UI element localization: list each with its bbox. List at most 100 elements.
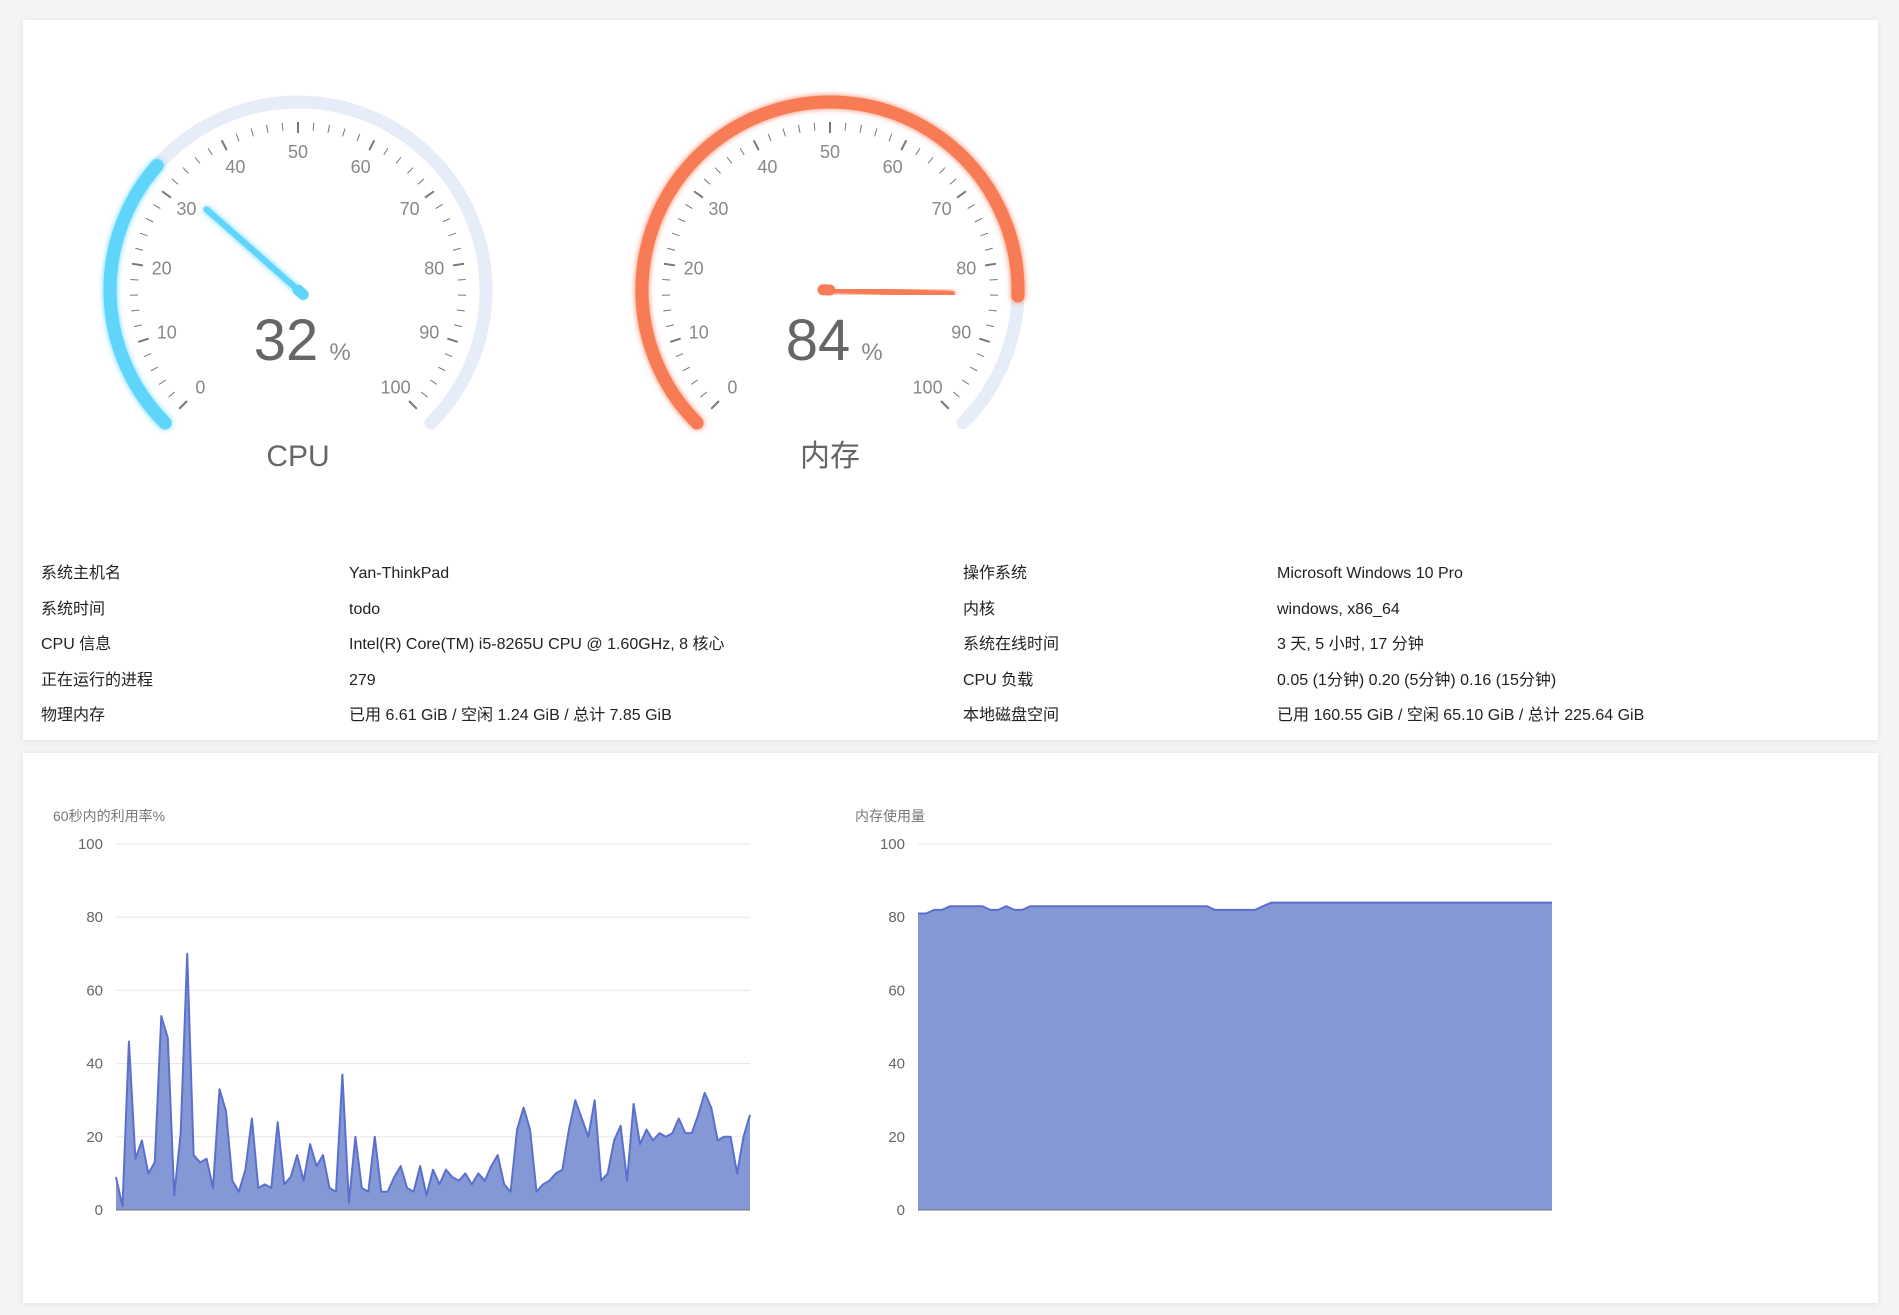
- chart-title: 内存使用量: [855, 808, 925, 824]
- info-row: CPU 信息 Intel(R) Core(TM) i5-8265U CPU @ …: [41, 627, 1861, 663]
- gauge-tick-label: 60: [883, 157, 903, 177]
- gauge-minor-tick: [662, 278, 671, 281]
- gauge-minor-tick: [407, 167, 414, 174]
- info-value: Microsoft Windows 10 Pro: [1277, 565, 1463, 582]
- gauge-minor-tick: [131, 309, 140, 312]
- gauge-major-tick: [669, 337, 681, 343]
- y-tick-label: 80: [86, 909, 103, 926]
- gauge-tick-label: 0: [195, 378, 205, 398]
- y-tick-label: 0: [897, 1202, 905, 1219]
- gauge-minor-tick: [667, 247, 676, 251]
- gauge-minor-tick: [685, 204, 693, 209]
- gauge-minor-tick: [420, 391, 428, 398]
- info-value: 0.05 (1分钟) 0.20 (5分钟) 0.16 (15分钟): [1277, 671, 1557, 689]
- gauge-minor-tick: [949, 178, 957, 185]
- gauge-major-tick: [452, 262, 465, 267]
- y-tick-label: 80: [888, 909, 905, 926]
- info-value: 已用 6.61 GiB / 空闲 1.24 GiB / 总计 7.85 GiB: [349, 707, 672, 725]
- info-label: 内核: [963, 600, 996, 618]
- gauge-needle: [827, 287, 955, 297]
- gauge-tick-label: 10: [157, 323, 177, 343]
- gauge-minor-tick: [726, 156, 733, 164]
- y-tick-label: 20: [86, 1129, 103, 1146]
- gauge-minor-tick: [988, 309, 997, 312]
- gauge-minor-tick: [207, 147, 213, 156]
- gauge-tick-label: 30: [176, 199, 196, 219]
- gauge-value: 84: [786, 308, 851, 373]
- gauge-minor-tick: [266, 124, 269, 133]
- gauge-minor-tick: [430, 379, 438, 385]
- gauge-minor-tick: [444, 353, 453, 358]
- info-label: 物理内存: [41, 707, 106, 725]
- gauge-minor-tick: [153, 204, 161, 209]
- gauge-minor-tick: [859, 124, 862, 133]
- info-value: Intel(R) Core(TM) i5-8265U CPU @ 1.60GHz…: [349, 636, 725, 654]
- info-row: 正在运行的进程 279 CPU 负载 0.05 (1分钟) 0.20 (5分钟)…: [41, 663, 1861, 699]
- gauge-major-tick: [178, 400, 188, 410]
- y-tick-label: 60: [888, 982, 905, 999]
- info-label: 系统在线时间: [963, 636, 1060, 654]
- gauge-minor-tick: [915, 147, 921, 156]
- gauge-minor-tick: [435, 204, 443, 209]
- gauge-minor-tick: [798, 124, 801, 133]
- gauge-minor-tick: [235, 133, 240, 142]
- info-label: 正在运行的进程: [41, 671, 154, 689]
- gauge-minor-tick: [663, 309, 672, 312]
- gauge-tick-label: 60: [351, 157, 371, 177]
- gauge-tick-label: 40: [757, 157, 777, 177]
- gauge-minor-tick: [250, 128, 254, 137]
- gauge-major-tick: [408, 400, 418, 410]
- info-row: 系统主机名 Yan-ThinkPad 操作系统 Microsoft Window…: [41, 556, 1861, 592]
- gauge-minor-tick: [939, 167, 946, 174]
- gauge-major-tick: [979, 337, 991, 343]
- gauge-minor-tick: [452, 247, 461, 251]
- gauge-major-tick: [900, 139, 908, 151]
- gauge-minor-tick: [844, 122, 847, 131]
- y-tick-label: 100: [78, 836, 103, 853]
- memory-usage-chart: 内存使用量 0 20 40 60 80 100: [855, 808, 1552, 1219]
- gauge-major-tick: [424, 190, 435, 199]
- gauge-major-tick: [447, 337, 459, 343]
- gauge-minor-tick: [448, 232, 457, 237]
- gauge-unit: %: [861, 339, 882, 366]
- gauge-tick-label: 90: [419, 323, 439, 343]
- gauge-minor-tick: [356, 133, 361, 142]
- gauge-minor-tick: [383, 147, 389, 156]
- gauge-major-tick: [693, 190, 704, 199]
- gauge-minor-tick: [327, 124, 330, 133]
- gauge-major-tick: [956, 190, 967, 199]
- gauge-minor-tick: [168, 391, 176, 398]
- gauge-tick-label: 100: [913, 378, 943, 398]
- info-label: 系统主机名: [41, 565, 122, 582]
- gauge-minor-tick: [989, 278, 998, 281]
- gauge-progress-arc: [103, 159, 172, 430]
- gauge-minor-tick: [739, 147, 745, 156]
- gauge-minor-tick: [714, 167, 721, 174]
- gauge-minor-tick: [457, 278, 466, 281]
- gauge-major-tick: [940, 400, 950, 410]
- gauge-unit: %: [329, 339, 350, 366]
- gauge-label: CPU: [266, 440, 329, 473]
- gauge-minor-tick: [700, 391, 708, 398]
- y-tick-label: 0: [95, 1202, 103, 1219]
- info-label: 本地磁盘空间: [963, 707, 1060, 725]
- y-tick-label: 20: [888, 1129, 905, 1146]
- gauge-minor-tick: [969, 366, 978, 372]
- gauge-minor-tick: [143, 353, 152, 358]
- gauge-tick-label: 20: [684, 258, 704, 278]
- gauge-minor-tick: [437, 366, 446, 372]
- gauge-minor-tick: [703, 178, 711, 185]
- gauge-needle: [203, 206, 301, 293]
- system-overview-card: 0 10 20 30 40 50 60 70 80 90 100 32% CPU 0 10 20 30 40 50…: [23, 20, 1878, 740]
- gauge-minor-tick: [974, 218, 983, 223]
- info-value: 已用 160.55 GiB / 空闲 65.10 GiB / 总计 225.64…: [1277, 707, 1645, 725]
- gauge-label: 内存: [800, 440, 860, 473]
- gauge-major-tick: [161, 190, 172, 199]
- gauge-minor-tick: [927, 156, 934, 164]
- gauge-minor-tick: [281, 122, 284, 131]
- gauge-minor-tick: [182, 167, 189, 174]
- info-label: 操作系统: [963, 565, 1028, 582]
- gauge-major-tick: [984, 262, 997, 267]
- gauge-minor-tick: [194, 156, 201, 164]
- gauge-major-tick: [710, 400, 720, 410]
